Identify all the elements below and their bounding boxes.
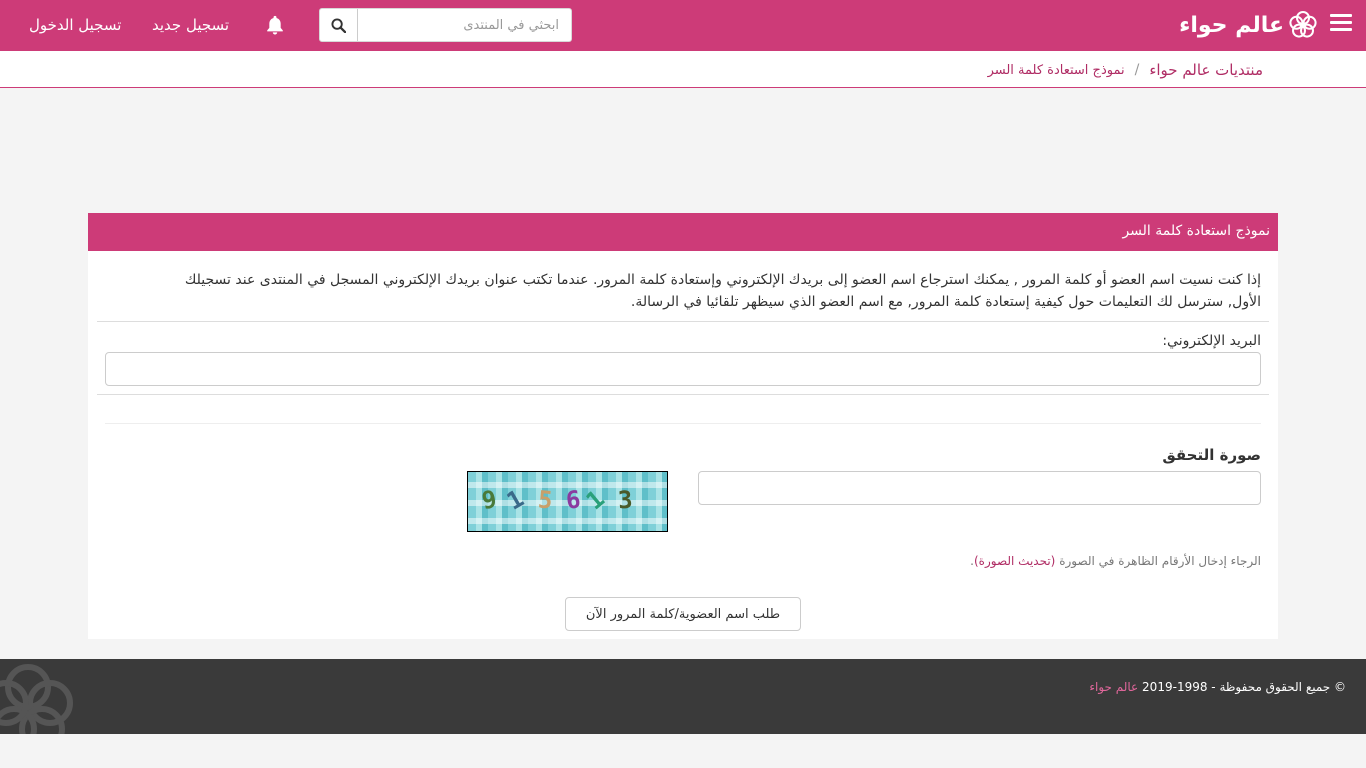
breadcrumb-separator: / — [1134, 62, 1140, 78]
copyright: © جميع الحقوق محفوظة - 1998-2019 عالم حو… — [1089, 680, 1346, 694]
email-label: البريد الإلكتروني: — [1162, 333, 1261, 349]
captcha-hint: الرجاء إدخال الأرقام الظاهرة في الصورة (… — [970, 554, 1261, 568]
menu-icon[interactable] — [1330, 14, 1352, 36]
login-link[interactable]: تسجيل الدخول — [29, 16, 121, 34]
divider — [97, 321, 1269, 322]
captcha-digit: 5 — [536, 485, 554, 515]
breadcrumb-current: نموذج استعادة كلمة السر — [987, 62, 1125, 78]
logo-text: عالم حواء — [1179, 12, 1285, 38]
search-button[interactable] — [320, 9, 358, 41]
copyright-text: © جميع الحقوق محفوظة - 1998-2019 — [1142, 680, 1346, 694]
password-recovery-panel: نموذج استعادة كلمة السر إذا كنت نسيت اسم… — [88, 213, 1278, 639]
top-navbar: عالم حواء تسجيل جديد تسجيل الدخول — [0, 0, 1366, 51]
captcha-label: صورة التحقق — [1162, 446, 1261, 464]
captcha-digit: 1 — [580, 484, 610, 516]
footer-flower-icon — [0, 664, 73, 734]
submit-button[interactable]: طلب اسم العضوية/كلمة المرور الآن — [565, 597, 801, 631]
logo-flower-icon — [1289, 11, 1317, 38]
captcha-image: 9 1 5 6 1 3 — [467, 471, 668, 532]
footer-brand-link[interactable]: عالم حواء — [1089, 680, 1138, 694]
footer: © جميع الحقوق محفوظة - 1998-2019 عالم حو… — [0, 659, 1366, 734]
captcha-digit: 9 — [479, 484, 499, 516]
search-input[interactable] — [358, 9, 571, 41]
email-field[interactable] — [105, 352, 1261, 386]
site-logo[interactable]: عالم حواء — [1170, 8, 1318, 42]
divider — [105, 423, 1261, 424]
captcha-digit: 3 — [617, 485, 634, 515]
search-icon — [331, 17, 346, 33]
breadcrumb-bar: منتديات عالم حواء / نموذج استعادة كلمة ا… — [0, 51, 1366, 88]
panel-title: نموذج استعادة كلمة السر — [88, 213, 1278, 251]
breadcrumb: منتديات عالم حواء / نموذج استعادة كلمة ا… — [988, 61, 1263, 79]
refresh-captcha-link[interactable]: (تحديث الصورة) — [974, 554, 1055, 568]
captcha-digit: 6 — [564, 485, 582, 515]
register-link[interactable]: تسجيل جديد — [152, 16, 229, 34]
intro-text: إذا كنت نسيت اسم العضو أو كلمة المرور , … — [184, 272, 1261, 310]
bell-icon[interactable] — [264, 14, 286, 36]
search-box — [319, 8, 572, 42]
breadcrumb-home-link[interactable]: منتديات عالم حواء — [1149, 61, 1263, 79]
captcha-hint-text: الرجاء إدخال الأرقام الظاهرة في الصورة — [1059, 554, 1261, 568]
captcha-input[interactable] — [698, 471, 1261, 505]
divider — [97, 394, 1269, 395]
